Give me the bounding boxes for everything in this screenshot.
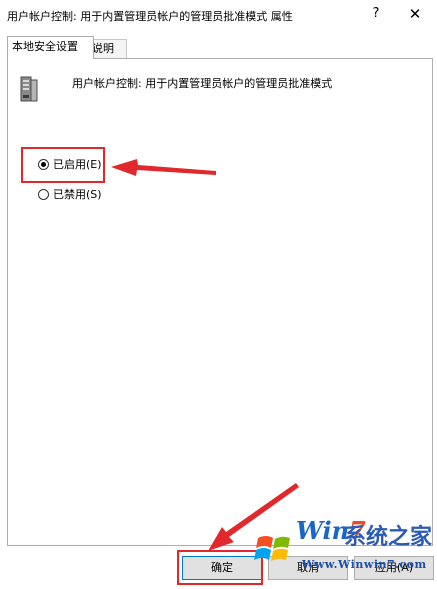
tab-local-security-setting[interactable]: 本地安全设置 (7, 36, 94, 59)
window-title: 用户帐户控制: 用于内置管理员帐户的管理员批准模式 属性 (7, 10, 293, 23)
tab-panel (7, 58, 433, 546)
disabled-label[interactable]: 已禁用(S) (53, 186, 102, 202)
disabled-radio-option[interactable]: 已禁用(S) (38, 186, 102, 202)
disabled-radio[interactable] (38, 188, 49, 200)
help-button[interactable]: ? (364, 3, 388, 25)
policy-description: 用户帐户控制: 用于内置管理员帐户的管理员批准模式 (72, 77, 333, 90)
apply-button[interactable]: 应用(A) (354, 556, 434, 580)
cancel-button[interactable]: 取消 (268, 556, 348, 580)
close-button[interactable]: ✕ (401, 3, 429, 25)
enabled-highlight-annotation (21, 147, 105, 183)
ok-button[interactable]: 确定 (182, 556, 262, 580)
server-icon (20, 76, 38, 102)
title-bar: 用户帐户控制: 用于内置管理员帐户的管理员批准模式 属性 ? ✕ (0, 0, 437, 30)
